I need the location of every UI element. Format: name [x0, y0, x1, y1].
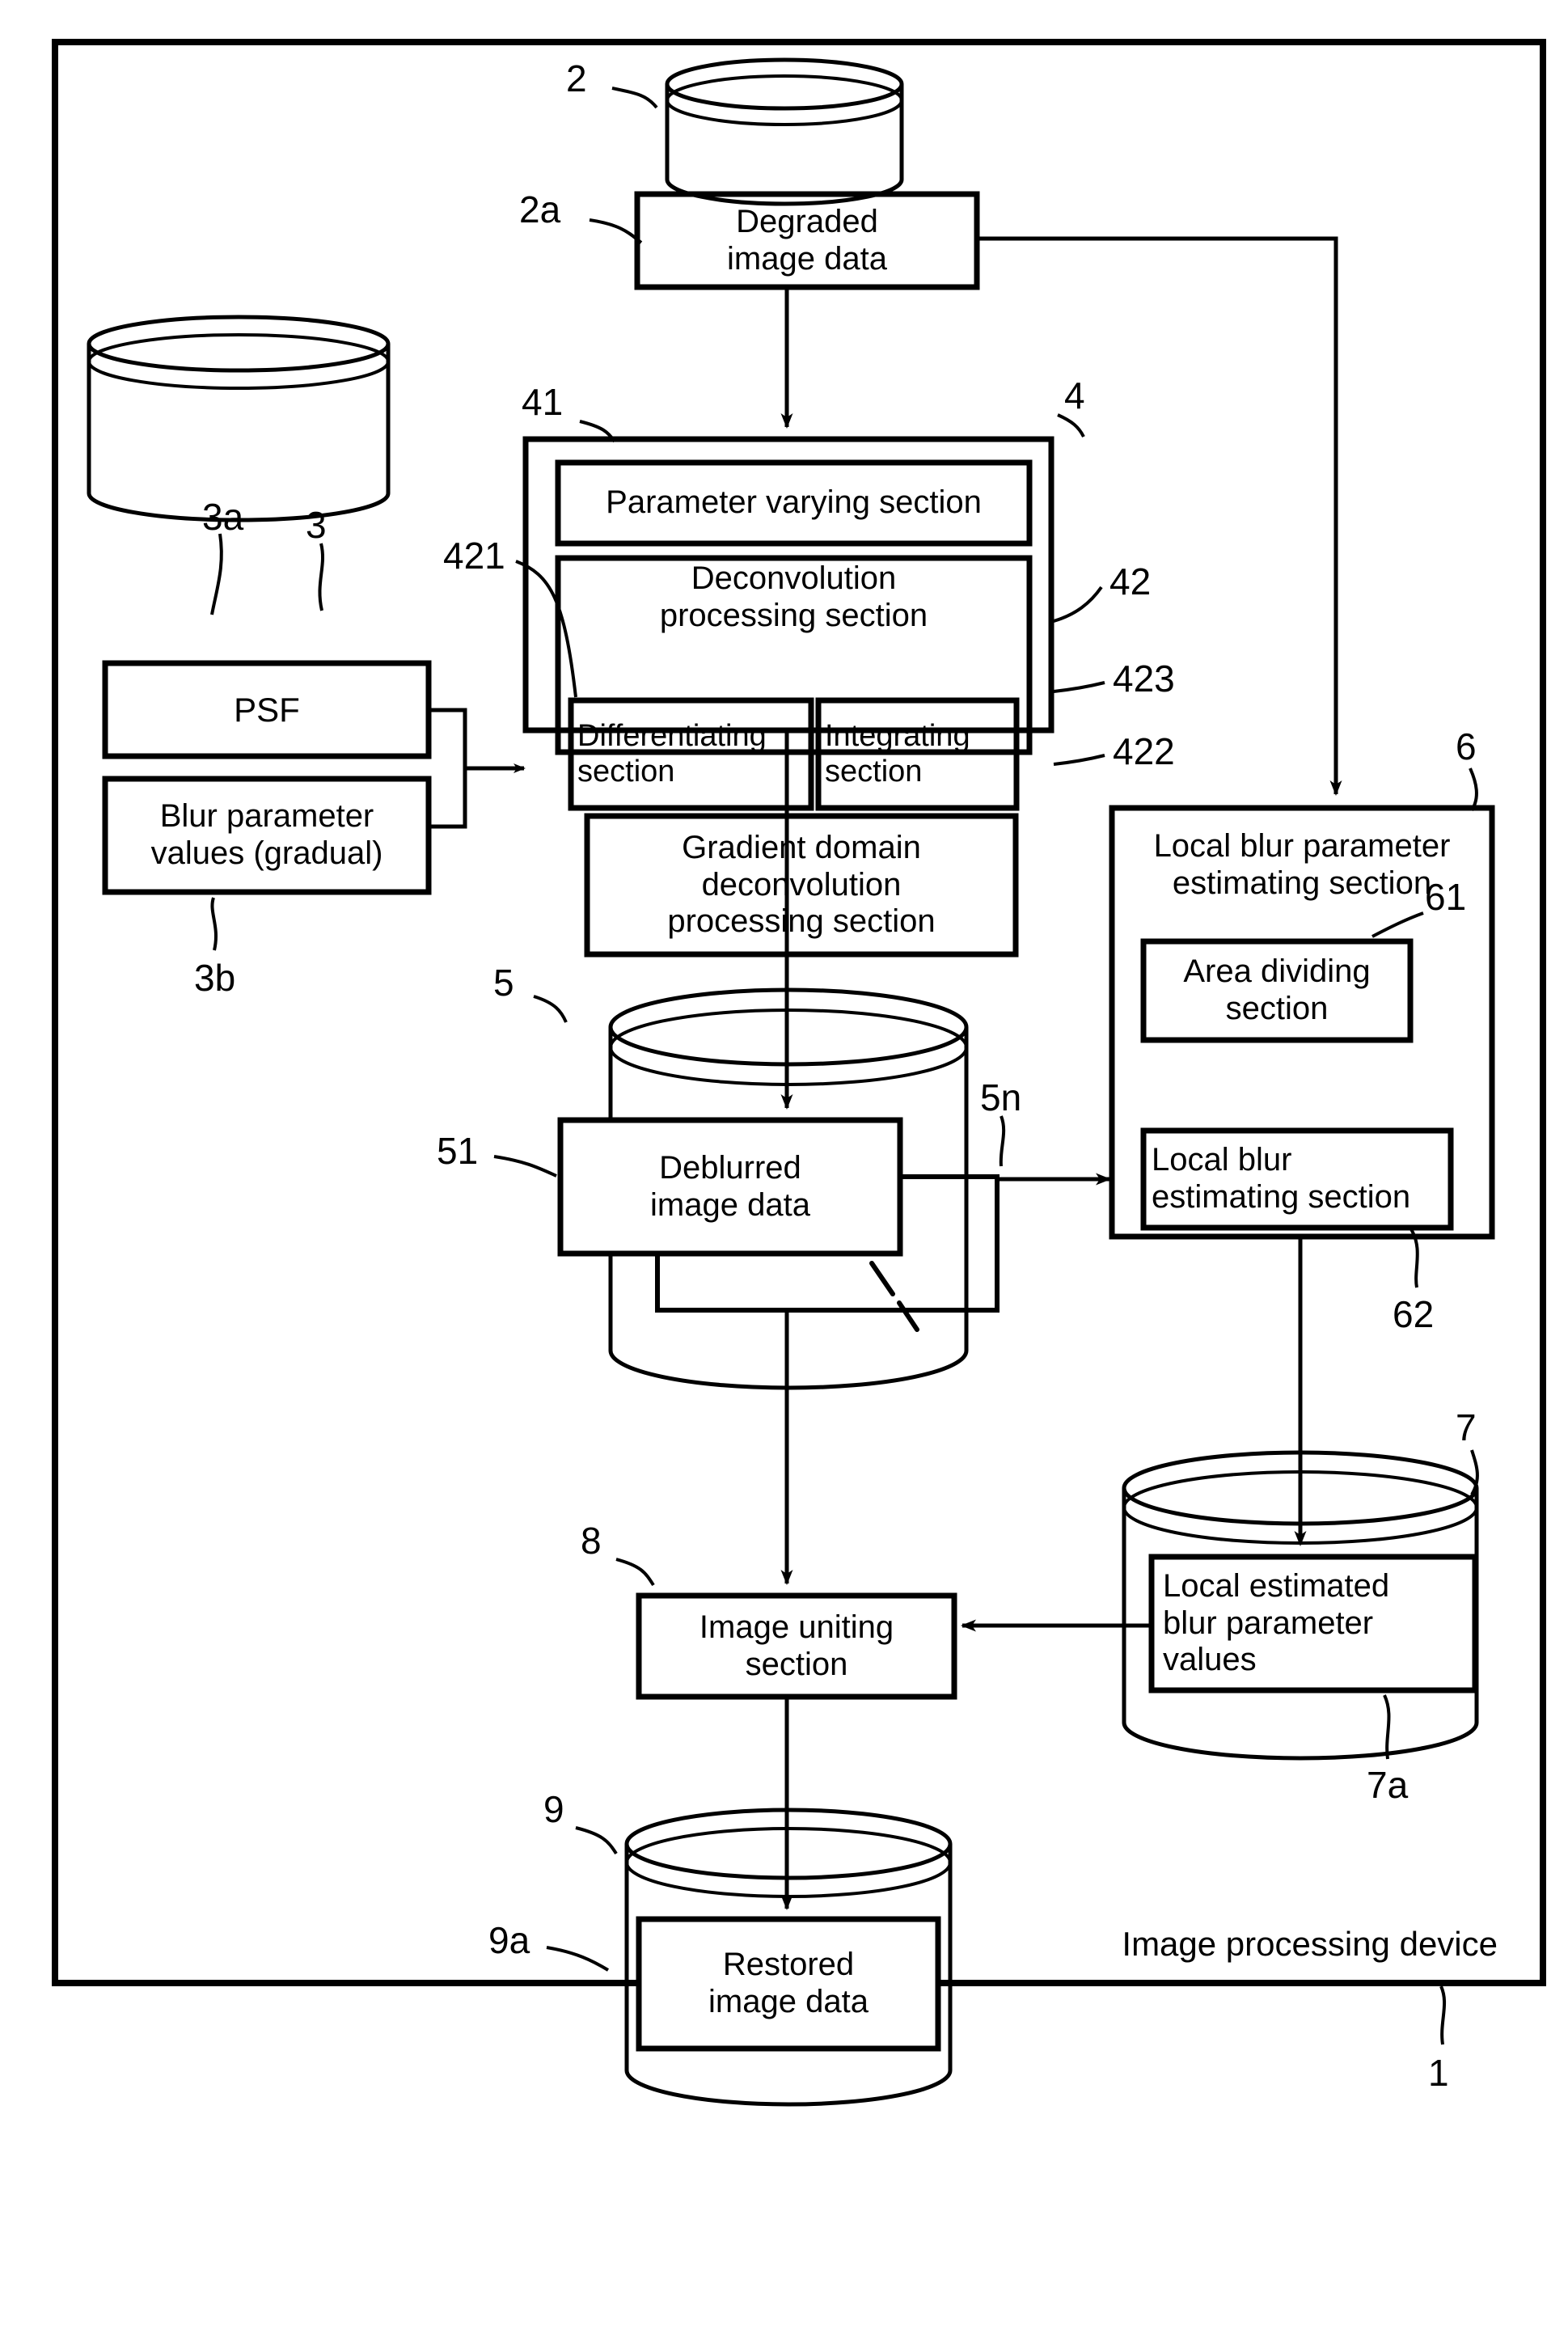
- label-restored-image-data: Restored image data: [708, 1947, 869, 2019]
- reference-leaders: [210, 87, 1479, 2045]
- label-image-uniting-section: Image uniting section: [699, 1609, 894, 1682]
- label-deconvolution-processing-section: Deconvolution processing section: [659, 560, 928, 633]
- ref-51: 51: [437, 1130, 479, 1172]
- flow-deblurred-to-local-estimator: [995, 1173, 1111, 1213]
- ref-3b: 3b: [194, 957, 236, 999]
- ref-422: 422: [1113, 730, 1175, 772]
- label-blur-parameter-values: Blur parameter values (gradual): [150, 798, 383, 871]
- label-gradient-domain-section: Gradient domain deconvolution processing…: [667, 830, 936, 940]
- ref-5n: 5n: [980, 1076, 1022, 1118]
- ref-1: 1: [1428, 2052, 1449, 2094]
- ref-4: 4: [1064, 374, 1085, 416]
- flow-psf-bus: [429, 708, 467, 829]
- ref-3: 3: [306, 504, 327, 546]
- ref-2: 2: [566, 57, 587, 99]
- label-differentiating-section: Differentiating section: [577, 719, 767, 789]
- ref-5: 5: [493, 962, 514, 1004]
- stack-continuation-dashes: [869, 1261, 919, 1332]
- label-image-processing-device: Image processing device: [1122, 1925, 1498, 1963]
- label-integrating-section: Integrating section: [825, 719, 970, 789]
- ref-421: 421: [443, 535, 505, 577]
- ref-61: 61: [1425, 876, 1467, 918]
- patent-figure-canvas: Degraded image data PSF Blur parameter v…: [0, 0, 1568, 2351]
- ref-6: 6: [1456, 725, 1477, 767]
- label-parameter-varying-section: Parameter varying section: [606, 484, 982, 521]
- cylinder-degraded-image-store: [665, 57, 904, 206]
- label-local-estimated-values: Local estimated blur parameter values: [1163, 1568, 1390, 1678]
- ref-62: 62: [1393, 1293, 1435, 1335]
- label-area-dividing-section: Area dividing section: [1183, 954, 1371, 1026]
- ref-9a: 9a: [488, 1919, 530, 1961]
- label-degraded-image-data: Degraded image data: [727, 203, 887, 277]
- label-psf: PSF: [234, 690, 300, 729]
- ref-2a: 2a: [519, 188, 561, 230]
- cylinder-psf-store: [87, 315, 391, 522]
- ref-7: 7: [1456, 1406, 1477, 1448]
- ref-423: 423: [1113, 658, 1175, 700]
- ref-7a: 7a: [1367, 1764, 1409, 1806]
- label-local-blur-estimating-section: Local blur estimating section: [1152, 1142, 1411, 1215]
- ref-8: 8: [581, 1520, 602, 1562]
- flow-degraded-to-local-estimator: [977, 236, 1342, 796]
- ref-3a: 3a: [202, 496, 244, 538]
- ref-42: 42: [1109, 560, 1152, 603]
- label-deblurred-image-data: Deblurred image data: [650, 1149, 810, 1223]
- ref-41: 41: [522, 381, 564, 423]
- ref-9: 9: [543, 1788, 564, 1830]
